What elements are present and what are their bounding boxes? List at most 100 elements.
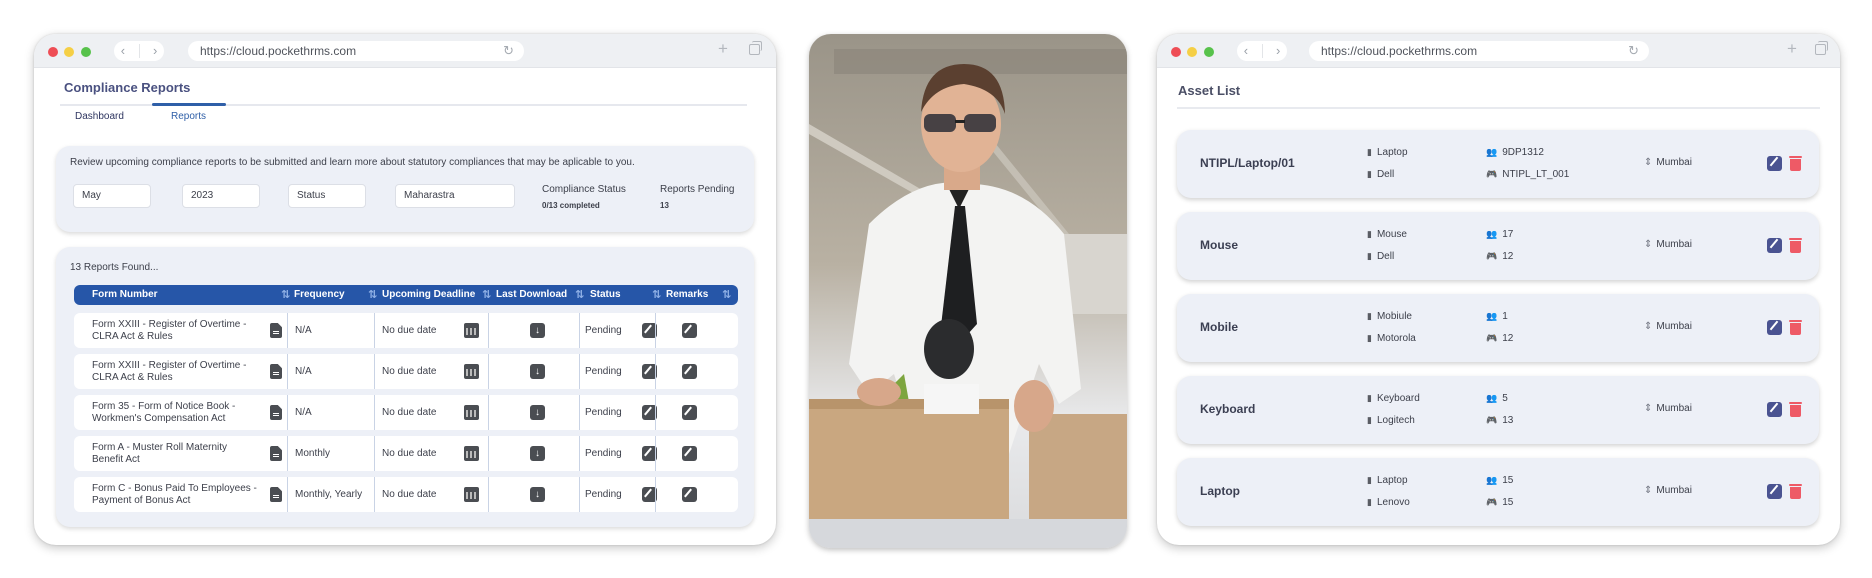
column-header-last-download[interactable]: Last Download [496,289,567,300]
column-header-frequency[interactable]: Frequency [294,289,345,300]
sort-arrows-icon[interactable]: ⇅ [482,288,491,301]
trash-icon[interactable] [1789,237,1802,253]
column-header-status[interactable]: Status [590,289,621,300]
asset-assigned-value: 1 [1502,311,1508,322]
calendar-icon[interactable] [464,446,479,461]
trash-icon[interactable] [1789,483,1802,499]
new-tab-plus-icon[interactable]: + [718,39,728,59]
table-row[interactable]: Form 35 - Form of Notice Book - Workmen'… [74,395,738,430]
tab-reports[interactable]: Reports [171,111,206,122]
sort-arrows-icon[interactable]: ⇅ [368,288,377,301]
edit-icon[interactable] [1767,402,1782,417]
frequency-cell: N/A [295,407,312,418]
address-bar[interactable]: https://cloud.pockethrms.com ↻ [1309,41,1649,61]
edit-icon[interactable] [1767,156,1782,171]
document-icon[interactable] [270,446,282,461]
year-select[interactable]: 2023 [182,184,260,208]
edit-remarks-icon[interactable] [682,323,697,338]
table-row[interactable]: Form A - Muster Roll Maternity Benefit A… [74,436,738,471]
asset-assigned-value: 17 [1502,229,1514,240]
edit-remarks-icon[interactable] [682,446,697,461]
asset-brand: ▮ Motorola [1367,333,1416,344]
column-header-upcoming-deadline[interactable]: Upcoming Deadline [382,289,475,300]
close-window-button[interactable] [48,47,58,57]
address-bar[interactable]: https://cloud.pockethrms.com ↻ [188,41,524,61]
download-icon[interactable]: ↓ [530,405,545,420]
back-chevron-icon[interactable]: ‹ [121,41,125,61]
document-icon[interactable] [270,487,282,502]
trash-icon[interactable] [1789,155,1802,171]
status-select[interactable]: Status [288,184,366,208]
table-row[interactable]: Form XXIII - Register of Overtime - CLRA… [74,313,738,348]
tab-dashboard[interactable]: Dashboard [75,111,124,122]
column-divider [655,477,656,512]
download-icon[interactable]: ↓ [530,364,545,379]
forward-chevron-icon[interactable]: › [1276,41,1280,61]
edit-icon[interactable] [1767,320,1782,335]
frequency-cell: Monthly [295,448,331,459]
url-text: https://cloud.pockethrms.com [200,44,357,58]
tabs-overview-icon[interactable] [1815,41,1828,55]
edit-remarks-icon[interactable] [682,364,697,379]
sort-arrows-icon[interactable]: ⇅ [575,288,584,301]
calendar-icon[interactable] [464,405,479,420]
form-number-cell: Form A - Muster Roll Maternity Benefit A… [92,441,228,465]
asset-location-value: Mumbai [1656,321,1692,332]
sort-arrows-icon[interactable]: ⇅ [652,288,661,301]
sort-arrows-icon[interactable]: ⇅ [722,288,731,301]
column-header-form-number[interactable]: Form Number [92,289,158,300]
state-select[interactable]: Maharastra [395,184,515,208]
asset-location-value: Mumbai [1656,157,1692,168]
edit-remarks-icon[interactable] [682,405,697,420]
edit-icon[interactable] [1767,238,1782,253]
column-divider [374,354,375,389]
table-row[interactable]: Form XXIII - Register of Overtime - CLRA… [74,354,738,389]
new-tab-plus-icon[interactable]: + [1787,39,1797,59]
asset-location: ⇕ Mumbai [1644,239,1692,250]
download-icon[interactable]: ↓ [530,323,545,338]
document-icon[interactable] [270,364,282,379]
asset-brand-value: Motorola [1376,333,1416,344]
asset-card[interactable]: NTIPL/Laptop/01 ▮ Laptop ▮ Dell 👥 9DP1312 🎮 NTIP… [1177,130,1819,198]
close-window-button[interactable] [1171,47,1181,57]
trash-icon[interactable] [1789,401,1802,417]
file-icon: ▮ [1367,393,1372,403]
document-icon[interactable] [270,323,282,338]
maximize-window-button[interactable] [81,47,91,57]
asset-card[interactable]: Laptop ▮ Laptop ▮ Lenovo 👥 15 🎮 15 ⇕ Mumbai [1177,458,1819,526]
calendar-icon[interactable] [464,364,479,379]
download-icon[interactable]: ↓ [530,487,545,502]
column-divider [655,436,656,471]
edit-icon[interactable] [1767,484,1782,499]
sort-arrows-icon[interactable]: ⇅ [281,288,290,301]
users-icon: 👥 [1486,311,1498,321]
month-select[interactable]: May [73,184,151,208]
back-chevron-icon[interactable]: ‹ [1244,41,1248,61]
download-icon[interactable]: ↓ [530,446,545,461]
minimize-window-button[interactable] [64,47,74,57]
asset-code: 🎮 13 [1486,415,1513,426]
asset-card[interactable]: Mobile ▮ Mobiule ▮ Motorola 👥 1 🎮 12 ⇕ Mumbai [1177,294,1819,362]
table-row[interactable]: Form C - Bonus Paid To Employees - Payme… [74,477,738,512]
asset-location: ⇕ Mumbai [1644,403,1692,414]
asset-location: ⇕ Mumbai [1644,321,1692,332]
maximize-window-button[interactable] [1204,47,1214,57]
calendar-icon[interactable] [464,487,479,502]
reload-icon[interactable]: ↻ [1628,41,1639,61]
edit-remarks-icon[interactable] [682,487,697,502]
column-header-remarks[interactable]: Remarks [666,289,708,300]
reload-icon[interactable]: ↻ [503,41,514,61]
document-icon[interactable] [270,405,282,420]
asset-code-value: 13 [1502,415,1514,426]
asset-card[interactable]: Keyboard ▮ Keyboard ▮ Logitech 👥 5 🎮 13 ⇕ Mumbai [1177,376,1819,444]
trash-icon[interactable] [1789,319,1802,335]
status-cell: Pending [585,489,622,500]
asset-card[interactable]: Mouse ▮ Mouse ▮ Dell 👥 17 🎮 12 ⇕ Mumbai [1177,212,1819,280]
asset-assigned-value: 5 [1502,393,1508,404]
column-divider [579,354,580,389]
tabs-overview-icon[interactable] [749,41,762,55]
users-icon: 👥 [1486,475,1498,485]
forward-chevron-icon[interactable]: › [153,41,157,61]
minimize-window-button[interactable] [1187,47,1197,57]
calendar-icon[interactable] [464,323,479,338]
